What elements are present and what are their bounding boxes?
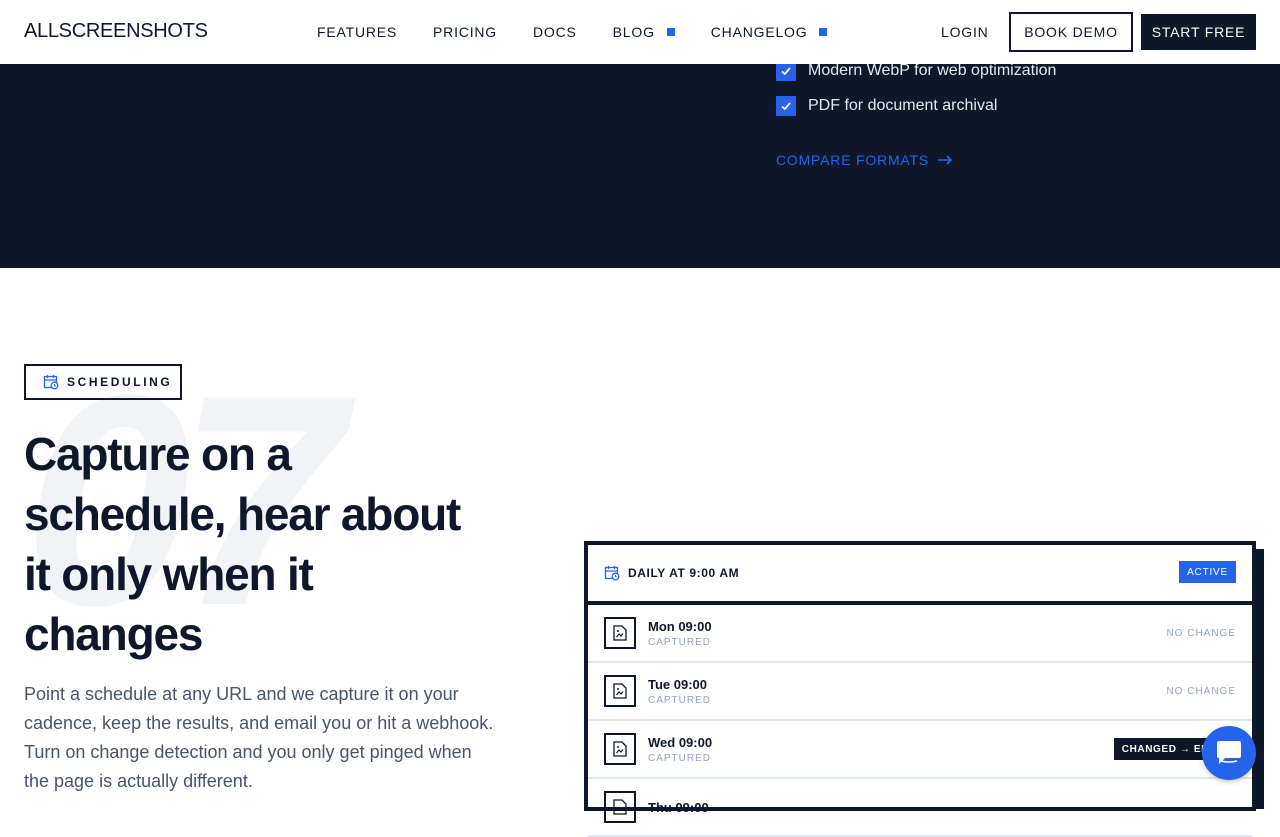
capture-info: Thu 09:00 [648,800,709,815]
result-label: NO CHANGE [1166,627,1236,639]
capture-time: Mon 09:00 [648,618,712,634]
status-badge: ACTIVE [1179,561,1236,583]
result-label: NO CHANGE [1166,685,1236,697]
login-link[interactable]: LOGIN [941,24,989,40]
capture-row[interactable]: Tue 09:00 CAPTURED NO CHANGE [588,663,1252,721]
section-description: Point a schedule at any URL and we captu… [24,684,494,791]
calendar-clock-icon [43,375,59,390]
book-demo-button[interactable]: BOOK DEMO [1009,12,1133,52]
chat-widget-button[interactable] [1202,726,1256,780]
calendar-clock-icon [604,566,620,581]
file-image-icon [604,617,636,649]
nav-link-pricing[interactable]: PRICING [433,24,497,40]
capture-info: Wed 09:00 CAPTURED [648,735,712,764]
nav-link-features[interactable]: FEATURES [317,24,397,40]
new-indicator-dot [666,28,675,36]
schedule-card-header: DAILY AT 9:00 AM ACTIVE [588,545,1252,605]
file-image-icon [604,733,636,765]
capture-row[interactable]: Mon 09:00 CAPTURED NO CHANGE [588,605,1252,663]
capture-time: Wed 09:00 [648,734,713,750]
nav-link-docs[interactable]: DOCS [533,24,577,40]
checkmark-icon [776,96,796,116]
chat-bubble-icon [1217,741,1241,764]
format-item: PDF for document archival [776,96,997,116]
capture-time: Tue 09:00 [648,676,708,692]
compare-formats-link[interactable]: COMPARE FORMATS [776,152,953,168]
capture-info: Tue 09:00 CAPTURED [648,677,711,706]
formats-section: Modern WebP for web optimization PDF for… [0,61,1280,268]
start-free-button[interactable]: START FREE [1141,14,1256,50]
capture-time: Thu 09:00 [648,799,709,815]
arrow-right-icon [938,155,953,165]
capture-row[interactable]: Wed 09:00 CAPTURED CHANGED → EMAIL [588,721,1252,779]
capture-status: CAPTURED [648,694,712,706]
capture-status: CAPTURED [648,752,712,764]
nav-link-changelog[interactable]: CHANGELOG [711,24,828,40]
file-image-icon [604,675,636,707]
new-indicator-dot [819,28,828,36]
top-nav: ALLSCREENSHOTS FEATURES PRICING DOCS BLO… [0,0,1280,64]
section-headline: Capture on a schedule, hear about it onl… [24,428,461,660]
schedule-title: DAILY AT 9:00 AM [628,566,740,580]
file-image-icon [604,791,636,823]
nav-links: FEATURES PRICING DOCS BLOG CHANGELOG [317,0,863,64]
schedule-card: DAILY AT 9:00 AM ACTIVE Mon 09:00 CAPTUR… [584,541,1256,837]
capture-status: CAPTURED [648,636,712,648]
capture-row[interactable]: Thu 09:00 [588,779,1252,837]
section-tag: SCHEDULING [24,364,182,400]
checkmark-icon [776,61,796,81]
logo[interactable]: ALLSCREENSHOTS [24,20,208,43]
capture-info: Mon 09:00 CAPTURED [648,619,712,648]
format-item: Modern WebP for web optimization [776,61,1056,81]
nav-link-blog[interactable]: BLOG [613,24,675,40]
